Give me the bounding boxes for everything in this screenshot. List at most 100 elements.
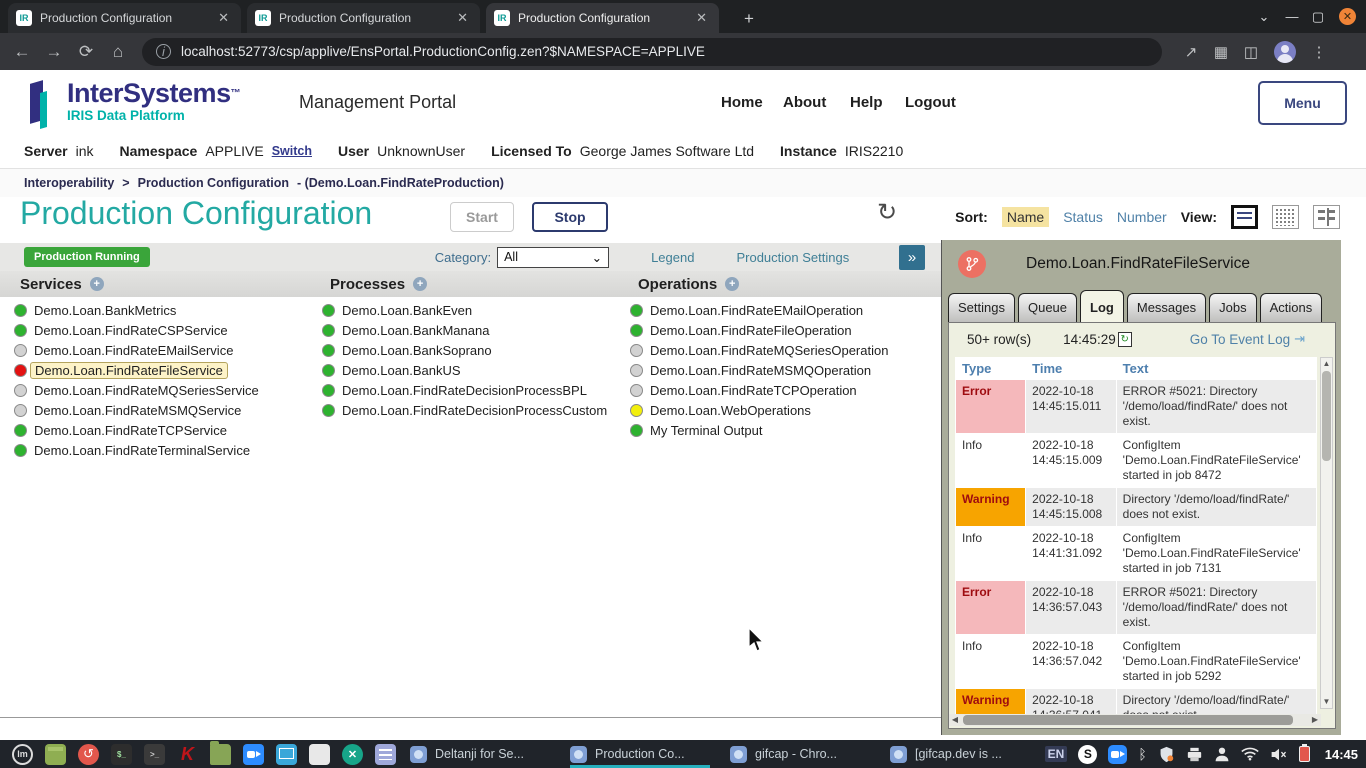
window-minimize-icon[interactable]: — [1278, 0, 1306, 33]
tab-settings[interactable]: Settings [948, 293, 1015, 322]
calculator-icon[interactable] [309, 744, 330, 765]
wifi-icon[interactable] [1241, 747, 1259, 761]
scroll-left-icon[interactable]: ◀ [949, 714, 961, 726]
list-item[interactable]: Demo.Loan.FindRateTCPService [14, 420, 259, 440]
expand-panel-button[interactable]: » [899, 245, 925, 270]
list-item[interactable]: Demo.Loan.FindRateDecisionProcessBPL [322, 380, 607, 400]
terminal2-icon[interactable]: >_ [144, 744, 165, 765]
profile-avatar[interactable] [1274, 41, 1296, 63]
security-shield-icon[interactable] [1158, 746, 1175, 763]
add-operation-button[interactable]: + [725, 277, 739, 291]
battery-icon[interactable] [1299, 746, 1310, 762]
nav-home[interactable]: Home [721, 94, 763, 111]
category-select[interactable]: All ⌄ [497, 247, 609, 268]
new-tab-button[interactable]: + [737, 7, 761, 31]
address-bar[interactable]: i localhost:52773/csp/applive/EnsPortal.… [142, 38, 1162, 66]
browser-tab-1[interactable]: IR Production Configuration ✕ [8, 3, 241, 33]
col-type[interactable]: Type [956, 358, 1025, 379]
scroll-right-icon[interactable]: ▶ [1309, 714, 1321, 726]
scroll-down-icon[interactable]: ▼ [1321, 696, 1332, 708]
keyboard-layout-indicator[interactable]: EN [1045, 746, 1068, 762]
list-item[interactable]: Demo.Loan.FindRateMSMQOperation [630, 360, 888, 380]
tab-actions[interactable]: Actions [1260, 293, 1323, 322]
tab-queue[interactable]: Queue [1018, 293, 1077, 322]
taskbar-window-gifcap[interactable]: gifcap - Chro... [730, 740, 876, 768]
video-app-icon[interactable] [243, 744, 264, 765]
window-maximize-icon[interactable]: ▢ [1304, 0, 1332, 33]
tab-close-icon[interactable]: ✕ [692, 10, 711, 26]
tab-close-icon[interactable]: ✕ [453, 10, 472, 26]
list-item[interactable]: Demo.Loan.FindRateTerminalService [14, 440, 259, 460]
share-icon[interactable]: ↗ [1176, 43, 1206, 61]
add-process-button[interactable]: + [413, 277, 427, 291]
volume-muted-icon[interactable] [1270, 747, 1288, 762]
list-item[interactable]: Demo.Loan.FindRateMQSeriesOperation [630, 340, 888, 360]
window-shade-icon[interactable]: ⌄ [1250, 0, 1278, 33]
list-item[interactable]: Demo.Loan.FindRateEMailService [14, 340, 259, 360]
taskbar-window-production[interactable]: Production Co... [570, 740, 716, 768]
desktop-window-icon[interactable] [45, 744, 66, 765]
log-vertical-scrollbar[interactable]: ▲ ▼ [1320, 357, 1333, 709]
scrollbar-thumb[interactable] [1322, 371, 1331, 461]
scrollbar-thumb[interactable] [963, 715, 1293, 725]
start-button[interactable]: Start [450, 202, 514, 232]
teal-x-app-icon[interactable]: ✕ [342, 744, 363, 765]
taskbar-clock[interactable]: 14:45 [1325, 747, 1358, 762]
extensions-puzzle-icon[interactable]: ▦ [1206, 43, 1236, 61]
home-icon[interactable]: ⌂ [102, 42, 134, 62]
browser-tab-3-active[interactable]: IR Production Configuration ✕ [486, 3, 719, 33]
list-item[interactable]: Demo.Loan.FindRateMSMQService [14, 400, 259, 420]
mint-menu-icon[interactable]: lm [12, 744, 33, 765]
bluetooth-icon[interactable]: ᛒ [1138, 746, 1146, 762]
sort-name[interactable]: Name [1002, 207, 1049, 227]
orange-app-icon[interactable]: ↺ [78, 744, 99, 765]
scroll-up-icon[interactable]: ▲ [1321, 358, 1332, 370]
list-item[interactable]: Demo.Loan.BankEven [322, 300, 607, 320]
breadcrumb-root[interactable]: Interoperability [24, 176, 114, 190]
production-settings-link[interactable]: Production Settings [736, 250, 849, 265]
legend-link[interactable]: Legend [651, 250, 694, 265]
back-icon[interactable]: ← [6, 42, 38, 62]
view-grid-icon[interactable] [1272, 205, 1299, 229]
taskbar-window-gifcap-dev[interactable]: [gifcap.dev is ... [890, 740, 1036, 768]
browser-tab-2[interactable]: IR Production Configuration ✕ [247, 3, 480, 33]
list-item[interactable]: Demo.Loan.BankSoprano [322, 340, 607, 360]
system-monitor-icon[interactable] [276, 744, 297, 765]
col-time[interactable]: Time [1026, 358, 1116, 379]
zoom-icon[interactable] [1108, 745, 1127, 764]
sort-number[interactable]: Number [1117, 209, 1167, 225]
list-item[interactable]: Demo.Loan.BankUS [322, 360, 607, 380]
list-item[interactable]: Demo.Loan.BankMetrics [14, 300, 259, 320]
list-item[interactable]: Demo.Loan.BankManana [322, 320, 607, 340]
tab-close-icon[interactable]: ✕ [214, 10, 233, 26]
refresh-icon[interactable]: ↻ [877, 198, 897, 227]
terminal-icon[interactable]: $_ [111, 744, 132, 765]
list-item-selected[interactable]: Demo.Loan.FindRateFileService [14, 360, 259, 380]
add-service-button[interactable]: + [90, 277, 104, 291]
list-item[interactable]: Demo.Loan.FindRateEMailOperation [630, 300, 888, 320]
skype-icon[interactable]: S [1078, 745, 1097, 764]
tab-log[interactable]: Log [1080, 290, 1124, 322]
red-app-icon[interactable]: K [177, 744, 198, 765]
tab-messages[interactable]: Messages [1127, 293, 1206, 322]
nav-logout[interactable]: Logout [905, 94, 956, 111]
taskbar-window-deltanji[interactable]: Deltanji for Se... [410, 740, 556, 768]
log-refresh-icon[interactable]: ↻ [1118, 332, 1132, 347]
notes-app-icon[interactable] [375, 744, 396, 765]
file-manager-icon[interactable] [210, 744, 231, 765]
printer-icon[interactable] [1186, 747, 1203, 762]
log-horizontal-scrollbar[interactable]: ◀ ▶ [949, 714, 1321, 726]
site-info-icon[interactable]: i [156, 44, 171, 59]
window-close-icon[interactable]: ✕ [1339, 8, 1356, 25]
list-item[interactable]: Demo.Loan.FindRateTCPOperation [630, 380, 888, 400]
nav-help[interactable]: Help [850, 94, 883, 111]
view-split-icon[interactable] [1313, 205, 1340, 229]
side-panel-icon[interactable]: ◫ [1236, 43, 1266, 61]
sort-status[interactable]: Status [1063, 209, 1103, 225]
stop-button[interactable]: Stop [532, 202, 608, 232]
list-item[interactable]: Demo.Loan.FindRateDecisionProcessCustom [322, 400, 607, 420]
browser-menu-kebab-icon[interactable]: ⋮ [1304, 43, 1334, 61]
nav-about[interactable]: About [783, 94, 826, 111]
user-session-icon[interactable] [1214, 746, 1230, 762]
col-text[interactable]: Text [1117, 358, 1316, 379]
